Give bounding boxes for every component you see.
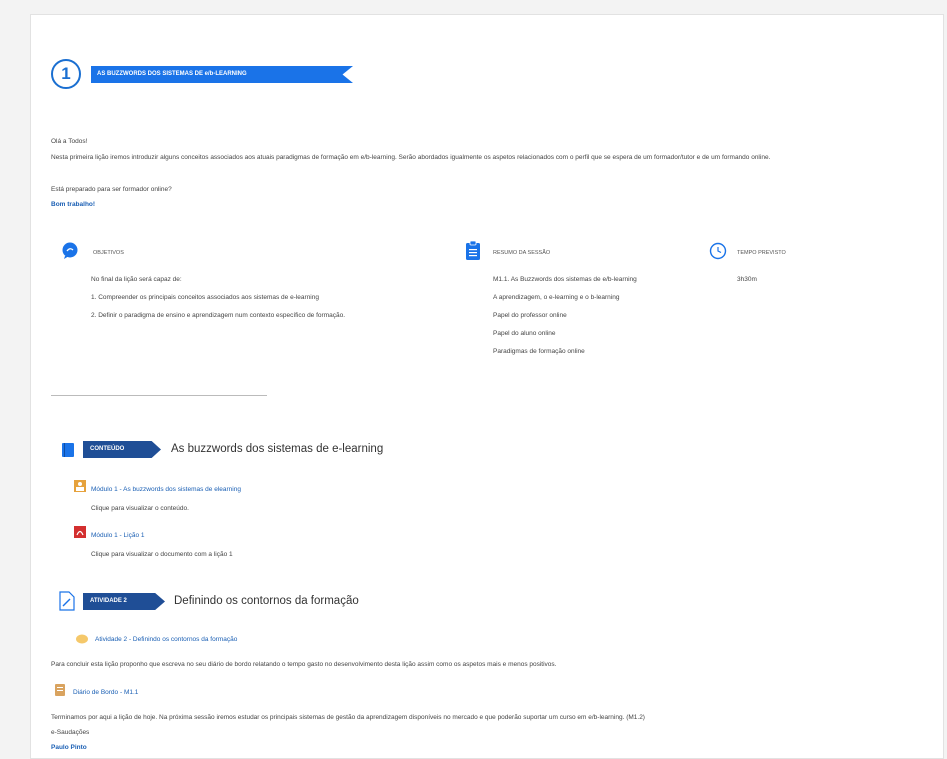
summary-item: M1.1. As Buzzwords dos sistemas de e/b-l…	[493, 276, 637, 283]
pdf-icon	[74, 525, 86, 538]
signoff-text: Bom trabalho!	[51, 201, 96, 208]
contents-tag: CONTEÚDO	[83, 441, 161, 458]
forum-icon	[76, 631, 88, 644]
chat-bubble-icon	[61, 242, 79, 260]
intro-text: Nesta primeira lição iremos introduzir a…	[51, 154, 771, 161]
lesson-pdf-description: Clique para visualizar o documento com a…	[91, 551, 233, 558]
time-value: 3h30m	[737, 276, 757, 283]
diary-icon	[54, 683, 66, 696]
activity-text: Para concluir esta lição proponho que es…	[51, 661, 557, 668]
diary-link[interactable]: Diário de Bordo - M1.1	[73, 688, 138, 697]
regards-text: e-Saudações	[51, 729, 90, 736]
summary-item: Paradigmas de formação online	[493, 348, 585, 355]
clock-icon	[709, 242, 727, 260]
document-edit-icon	[59, 591, 75, 611]
lesson-pdf-link[interactable]: Módulo 1 - Lição 1	[91, 531, 144, 540]
activity-link[interactable]: Atividade 2 - Definindo os contornos da …	[95, 635, 237, 644]
clipboard-icon	[465, 240, 481, 261]
closing-text: Terminamos por aqui a lição de hoje. Na …	[51, 714, 645, 721]
section-divider	[51, 395, 267, 396]
module-icon	[74, 479, 86, 492]
greeting-text: Olá a Todos!	[51, 138, 88, 145]
summary-label: RESUMO DA SESSÃO	[493, 250, 551, 256]
contents-title: As buzzwords dos sistemas de e-learning	[171, 443, 384, 455]
author-name: Paulo Pinto	[51, 744, 87, 751]
activity-tag: ATIVIDADE 2	[83, 593, 165, 610]
objectives-intro: No final da lição será capaz de:	[91, 276, 182, 283]
summary-item: Papel do professor online	[493, 312, 567, 319]
module-link[interactable]: Módulo 1 - As buzzwords dos sistemas de …	[91, 485, 241, 494]
summary-item: A aprendizagem, o e-learning e o b-learn…	[493, 294, 620, 301]
module-description: Clique para visualizar o conteúdo.	[91, 505, 189, 512]
book-icon	[61, 442, 75, 458]
lesson-page: 1 AS BUZZWORDS DOS SISTEMAS DE e/b-LEARN…	[30, 14, 944, 759]
time-label: TEMPO PREVISTO	[737, 250, 786, 256]
objective-item: 1. Compreender os principais conceitos a…	[91, 294, 319, 301]
objectives-label: OBJETIVOS	[93, 250, 124, 256]
question-text: Está preparado para ser formador online?	[51, 186, 172, 193]
lesson-banner: AS BUZZWORDS DOS SISTEMAS DE e/b-LEARNIN…	[91, 66, 353, 83]
objective-item: 2. Definir o paradigma de ensino e apren…	[91, 312, 346, 319]
summary-item: Papel do aluno online	[493, 330, 556, 337]
activity-title: Definindo os contornos da formação	[174, 595, 359, 607]
lesson-number-badge: 1	[51, 59, 81, 89]
